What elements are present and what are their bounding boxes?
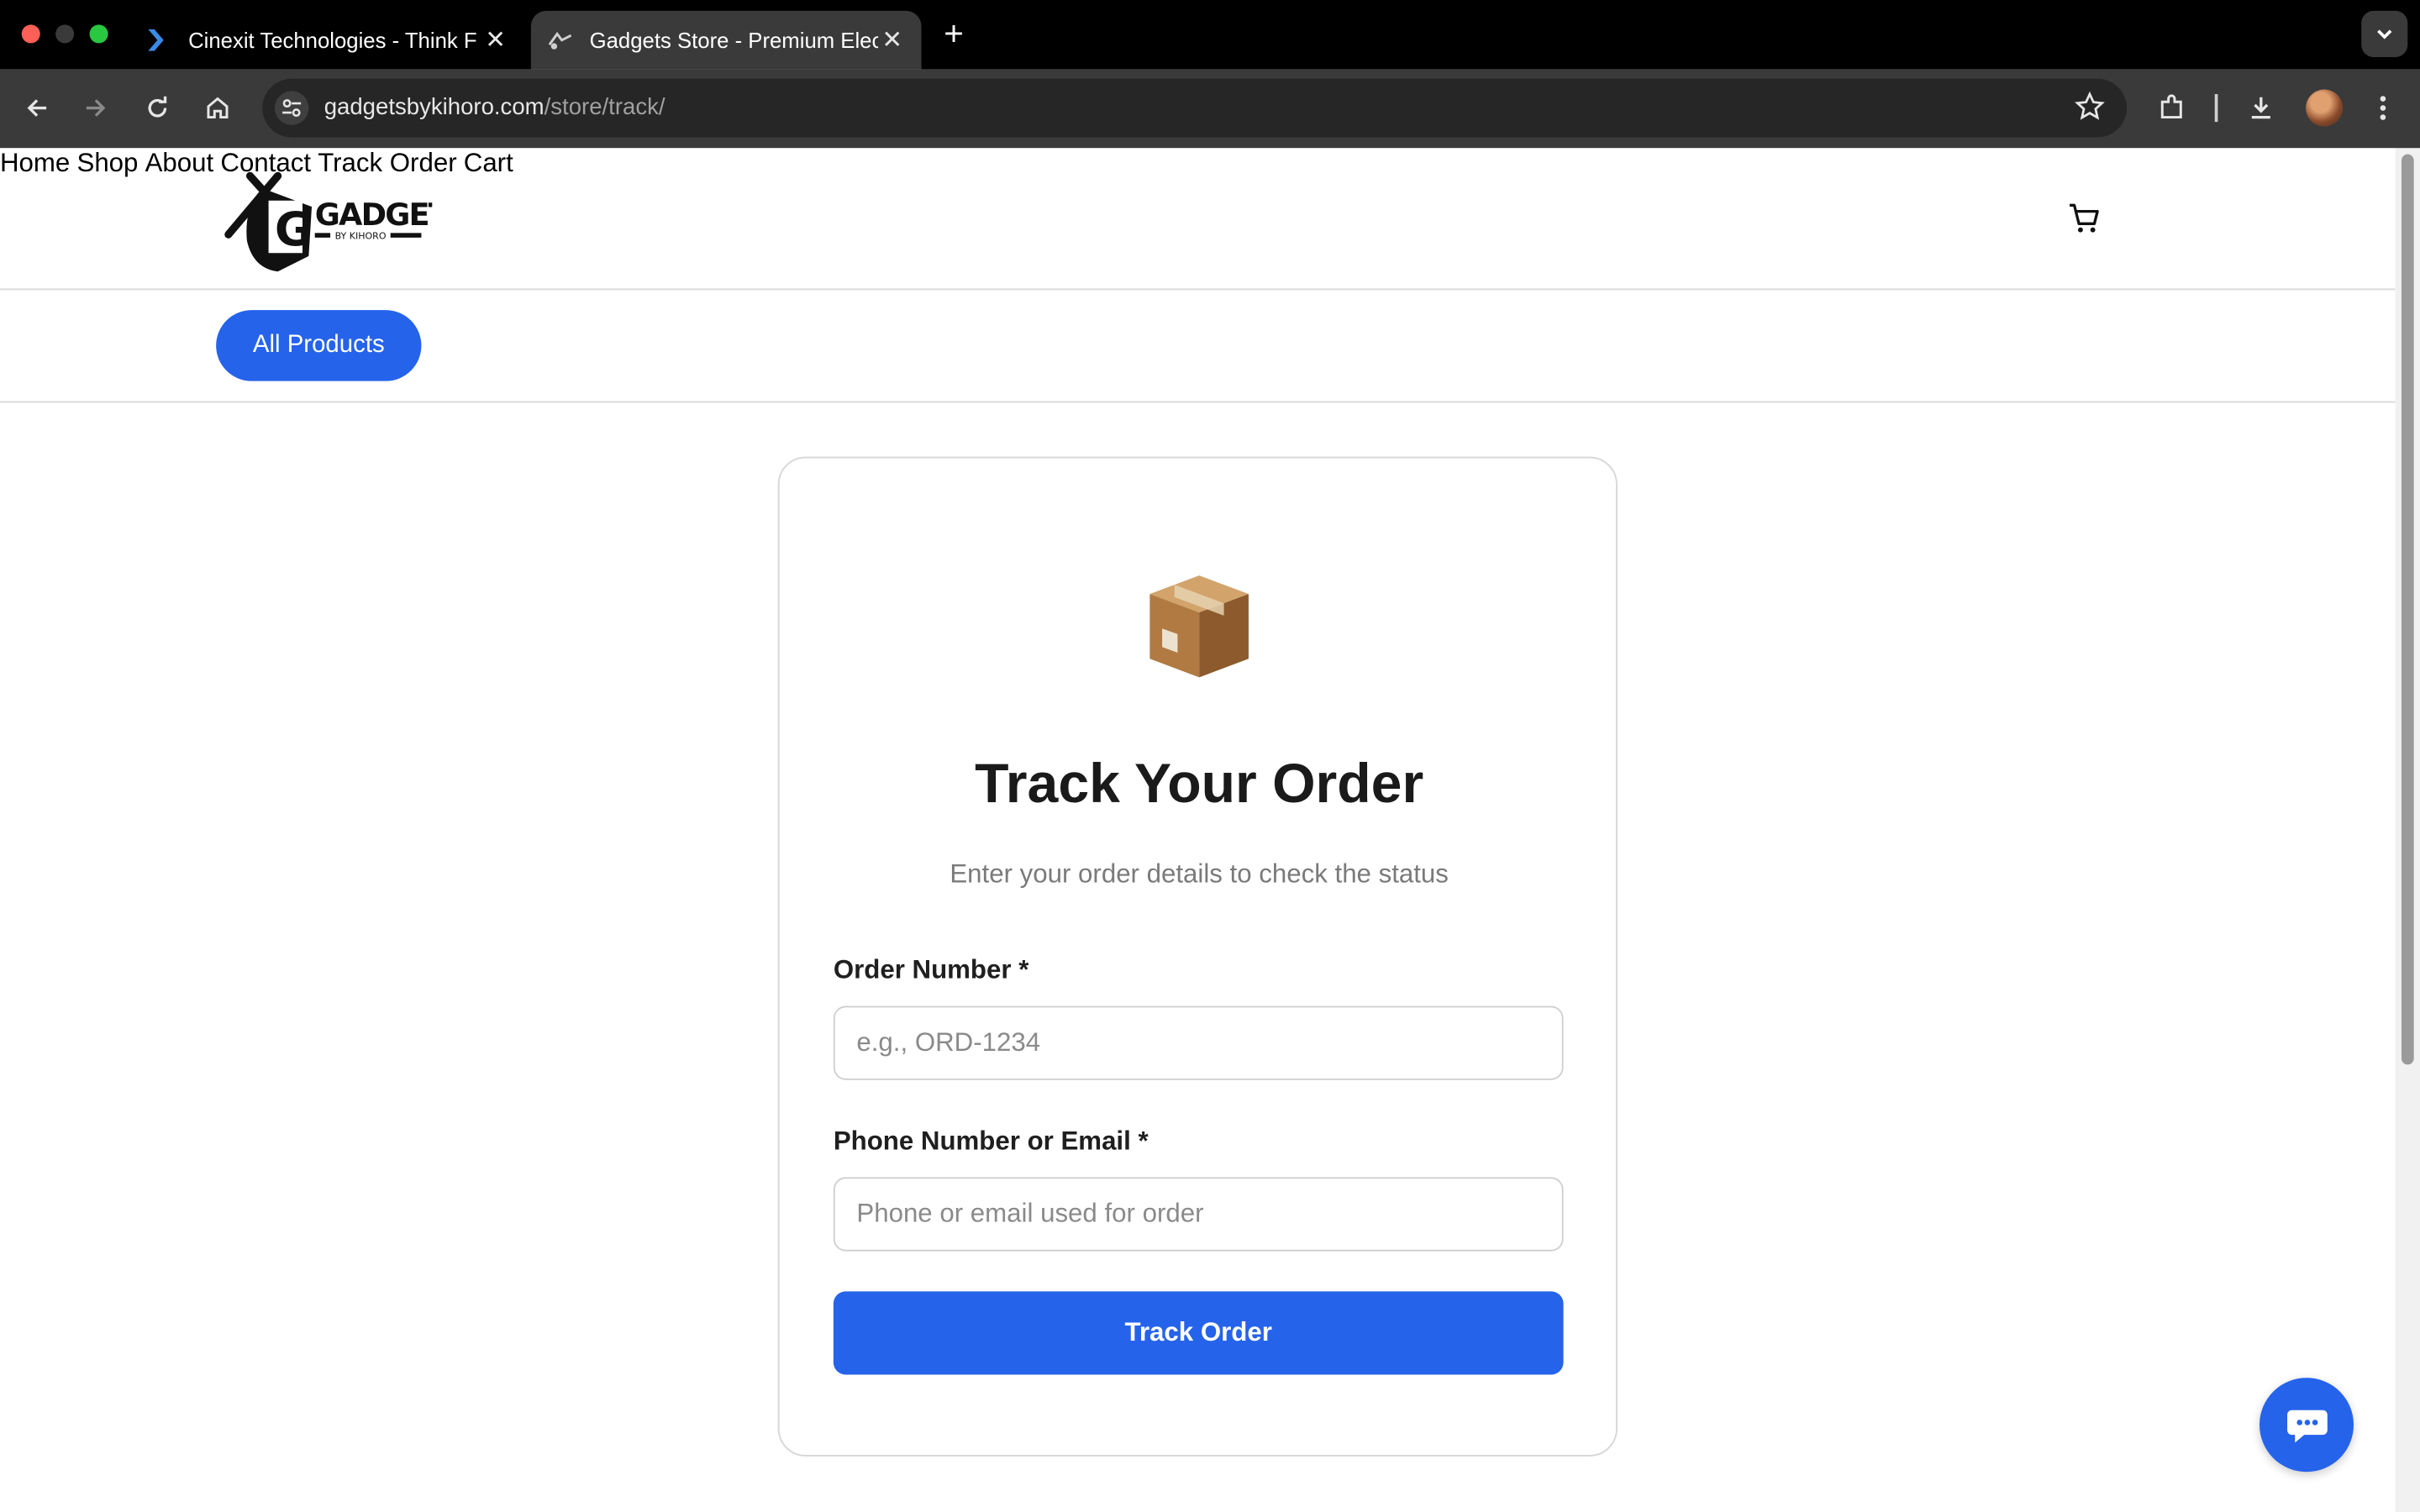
page-title: Track Your Order <box>975 751 1424 815</box>
scrollbar-thumb[interactable] <box>2401 154 2414 1065</box>
downloads-button[interactable] <box>2241 88 2281 129</box>
svg-text:G: G <box>275 202 313 256</box>
category-bar: All Products <box>0 290 2396 403</box>
address-bar[interactable]: gadgetsbykihoro.com/store/track/ <box>262 78 2128 138</box>
gadgets-favicon-icon <box>546 26 574 54</box>
minimize-window-button[interactable] <box>55 24 75 44</box>
package-icon <box>1144 570 1255 684</box>
nav-about[interactable]: About <box>145 148 214 177</box>
puzzle-icon <box>2160 94 2182 119</box>
bookmark-star-icon[interactable] <box>2075 91 2106 129</box>
logo-wordmark: GADGETS <box>315 197 433 233</box>
contact-label: Phone Number or Email * <box>833 1126 1149 1156</box>
close-window-button[interactable] <box>21 24 40 44</box>
download-icon <box>2251 97 2270 119</box>
track-order-card: Track Your Order Enter your order detail… <box>777 456 1618 1457</box>
forward-button[interactable] <box>76 88 116 129</box>
url-text: gadgetsbykihoro.com/store/track/ <box>324 94 666 120</box>
chat-button[interactable] <box>2259 1378 2354 1473</box>
tab-strip: Cinexit Technologies - Think F ✕ Gadgets… <box>0 0 2420 70</box>
page-scrollbar[interactable] <box>2395 148 2420 1512</box>
tab-title: Gadgets Store - Premium Elec <box>589 28 879 53</box>
chevron-down-icon <box>2377 29 2392 39</box>
home-button[interactable] <box>197 88 238 129</box>
tab-title: Cinexit Technologies - Think F <box>188 28 477 53</box>
gadgets-logo-icon: G GADGETS BY KIHORO <box>224 171 470 272</box>
new-tab-button[interactable]: + <box>935 14 972 52</box>
arrow-left-icon <box>27 99 47 117</box>
browser-window: Cinexit Technologies - Think F ✕ Gadgets… <box>0 0 2420 1512</box>
tab-gadgets-store[interactable]: Gadgets Store - Premium Elec ✕ <box>530 10 922 70</box>
track-order-button[interactable]: Track Order <box>833 1291 1564 1375</box>
tab-cinexit[interactable]: Cinexit Technologies - Think F ✕ <box>129 11 524 70</box>
cart-icon[interactable] <box>2066 201 2100 243</box>
extensions-button[interactable] <box>2151 88 2191 129</box>
nav-cart[interactable]: Cart <box>464 148 513 177</box>
all-products-button[interactable]: All Products <box>216 310 422 381</box>
home-icon <box>207 97 229 119</box>
cinexit-favicon-icon <box>145 26 173 54</box>
reload-icon <box>148 96 167 118</box>
arrow-right-icon <box>86 99 106 117</box>
order-number-input[interactable] <box>833 1005 1564 1080</box>
site-header: G GADGETS BY KIHORO Home Shop About Cont… <box>0 148 2396 291</box>
url-path: /store/track/ <box>544 94 666 121</box>
url-domain: gadgetsbykihoro.com <box>324 94 544 121</box>
site-settings-icon[interactable] <box>274 91 309 125</box>
nav-home[interactable]: Home <box>0 148 70 177</box>
page-subtitle: Enter your order details to check the st… <box>950 859 1449 889</box>
maximize-window-button[interactable] <box>89 24 108 44</box>
browser-menu-button[interactable] <box>2363 88 2403 129</box>
contact-input[interactable] <box>833 1177 1564 1252</box>
close-tab-icon[interactable]: ✕ <box>878 24 906 55</box>
browser-toolbar: gadgetsbykihoro.com/store/track/ <box>0 69 2420 149</box>
reload-button[interactable] <box>137 88 177 129</box>
web-page: G GADGETS BY KIHORO Home Shop About Cont… <box>0 148 2396 1512</box>
chat-bubble-icon <box>2286 1409 2327 1442</box>
close-tab-icon[interactable]: ✕ <box>481 24 509 55</box>
tab-search-button[interactable] <box>2361 10 2408 57</box>
back-button[interactable] <box>17 88 57 129</box>
nav-shop[interactable]: Shop <box>76 148 138 177</box>
toolbar-divider <box>2214 94 2218 123</box>
profile-avatar[interactable] <box>2306 89 2344 127</box>
more-vertical-icon <box>2380 96 2386 120</box>
site-logo[interactable]: G GADGETS BY KIHORO <box>216 160 470 278</box>
order-number-label: Order Number * <box>833 954 1029 984</box>
logo-subtext: BY KIHORO <box>335 231 387 242</box>
